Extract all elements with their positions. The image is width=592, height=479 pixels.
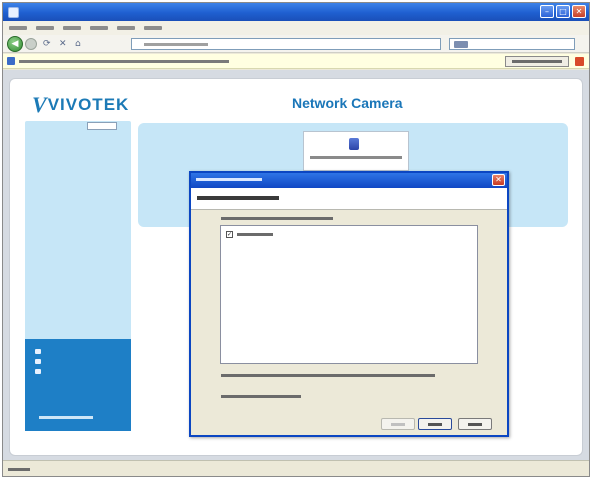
address-text [144,43,208,46]
sidebar [25,121,131,431]
close-button[interactable]: ✕ [572,5,586,18]
menu-tools[interactable] [117,26,135,30]
plugin-checkbox[interactable]: ✓ [226,231,233,238]
sidebar-link-configuration[interactable] [35,359,45,364]
back-button[interactable]: ◀ [7,35,23,52]
home-icon[interactable]: ⌂ [75,39,85,49]
minimize-button[interactable]: – [540,5,554,18]
search-provider-icon [454,41,468,48]
search-input[interactable] [449,38,575,50]
dialog-header [191,188,507,210]
info-icon [7,57,15,65]
menu-bar [3,21,589,35]
info-bar[interactable] [3,54,589,69]
status-bar [3,460,589,476]
refresh-icon[interactable]: ⟳ [43,39,53,49]
status-text [8,468,30,471]
maximize-button[interactable]: □ [556,5,570,18]
title-bar: – □ ✕ [3,3,589,21]
logo: V VIVOTEK [32,92,130,117]
plugin-notice[interactable] [303,131,409,171]
dialog-note-link[interactable] [221,395,301,398]
dialog-title [196,178,262,181]
settings-icon [35,349,41,354]
browser-icon [8,6,19,18]
logo-text: VIVOTEK [47,95,130,114]
info-bar-button[interactable] [505,56,569,67]
menu-edit[interactable] [36,26,54,30]
plugin-item-label [237,233,273,236]
menu-favorites[interactable] [90,26,108,30]
back-button[interactable] [381,418,415,430]
language-icon [35,369,41,374]
browser-window: – □ ✕ ◀ ⟳ ✕ ⌂ V VIVOTEK Network Camera ✕… [2,2,590,477]
dialog-header-text [197,196,279,200]
address-bar[interactable] [131,38,441,50]
dialog-close-button[interactable]: ✕ [492,174,505,186]
plugin-list[interactable]: ✓ [220,225,478,364]
navigation-bar: ◀ ⟳ ✕ ⌂ [3,35,589,53]
addon-install-dialog: ✕ ✓ [189,171,509,437]
plugin-icon [349,138,359,150]
dialog-title-bar: ✕ [191,173,507,188]
plugin-notice-text [310,156,402,159]
dialog-note [221,374,435,377]
video-stream-select[interactable] [87,122,117,130]
dialog-list-label [221,217,333,220]
forward-button[interactable] [25,37,37,50]
powered-by [39,416,93,419]
configuration-icon [35,359,41,364]
info-bar-close-icon[interactable] [575,57,584,66]
next-button[interactable] [418,418,452,430]
stop-icon[interactable]: ✕ [59,39,69,49]
menu-help[interactable] [144,26,162,30]
cancel-button[interactable] [458,418,492,430]
menu-view[interactable] [63,26,81,30]
menu-file[interactable] [9,26,27,30]
window-controls: – □ ✕ [540,5,586,18]
sidebar-link-settings[interactable] [35,349,45,354]
info-bar-text [19,60,229,63]
sidebar-link-language[interactable] [35,369,45,374]
sidebar-footer [25,339,131,431]
logo-mark-icon: V [32,92,47,117]
page-title: Network Camera [292,95,403,111]
